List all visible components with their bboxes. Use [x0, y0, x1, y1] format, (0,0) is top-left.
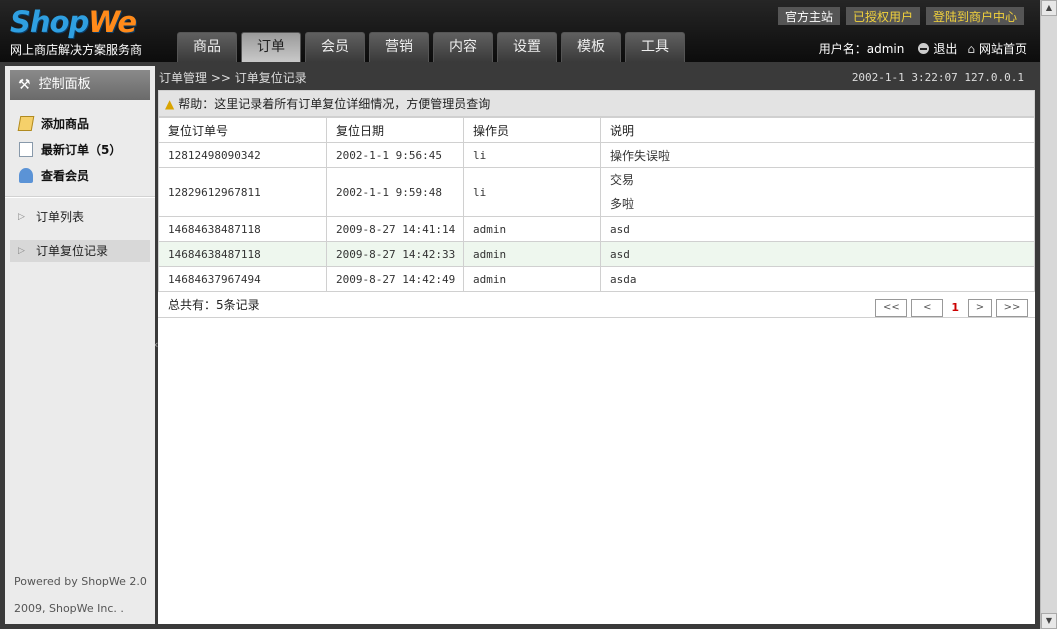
user-bar: 用户名：admin 退出 ⌂ 网站首页 — [815, 40, 1027, 57]
copyright: 2009, ShopWe Inc. . — [14, 602, 124, 615]
pagination-bar: 总共有：5条记录 << < 1 > >> — [158, 292, 1035, 318]
date-cell: 2002-1-1 9:59:48 — [326, 167, 464, 217]
operator-cell: li — [463, 142, 601, 168]
site-home-link[interactable]: 网站首页 — [979, 40, 1027, 57]
quick-links: 添加商品 最新订单（5） 查看会员 — [5, 110, 155, 188]
operator-cell: admin — [463, 241, 601, 267]
shopwe-logo[interactable]: ShopWe — [10, 5, 137, 39]
logout-icon[interactable] — [918, 43, 930, 54]
tab-content[interactable]: 内容 — [433, 32, 493, 62]
scroll-down-icon[interactable]: ▼ — [1041, 613, 1057, 629]
column-header: 复位订单号 — [158, 117, 327, 143]
logo-text-we: We — [88, 5, 137, 39]
operator-cell: li — [463, 167, 601, 217]
tab-orders[interactable]: 订单 — [241, 32, 301, 62]
sidebar-item-order-reset-log[interactable]: 订单复位记录 — [10, 240, 150, 262]
last-page-button[interactable]: >> — [996, 299, 1028, 317]
logo-text-shop: Shop — [10, 5, 89, 39]
tab-settings[interactable]: 设置 — [497, 32, 557, 62]
control-panel-header[interactable]: ⚒ 控制面板 — [10, 70, 150, 100]
table-row[interactable]: 14684638487118 2009-8-27 14:42:33 admin … — [158, 241, 1035, 267]
logout-link[interactable]: 退出 — [933, 40, 957, 57]
main-content: 订单管理 >> 订单复位记录 2002-1-1 3:22:07 127.0.0.… — [158, 66, 1035, 624]
warning-icon: ▲ — [165, 97, 175, 111]
main-nav: 商品 订单 会员 营销 内容 设置 模板 工具 — [177, 32, 689, 62]
tab-templates[interactable]: 模板 — [561, 32, 621, 62]
order-number-cell: 14684638487118 — [158, 216, 327, 242]
date-cell: 2009-8-27 14:42:33 — [326, 241, 464, 267]
total-count: 总共有：5条记录 — [168, 298, 260, 312]
username-label: 用户名：admin — [818, 42, 905, 56]
description-cell: asd — [600, 241, 1035, 267]
tab-marketing[interactable]: 营销 — [369, 32, 429, 62]
column-header: 复位日期 — [326, 117, 464, 143]
official-site-link[interactable]: 官方主站 — [777, 7, 840, 25]
current-page: 1 — [951, 301, 959, 314]
tab-products[interactable]: 商品 — [177, 32, 237, 62]
table-row[interactable]: 14684638487118 2009-8-27 14:41:14 admin … — [158, 216, 1035, 242]
powered-by: Powered by ShopWe 2.0 — [14, 575, 147, 588]
date-cell: 2009-8-27 14:41:14 — [326, 216, 464, 242]
pencil-icon — [17, 115, 35, 131]
authorized-users-link[interactable]: 已授权用户 — [845, 7, 920, 25]
home-icon[interactable]: ⌂ — [967, 42, 975, 56]
prev-page-button[interactable]: < — [911, 299, 944, 317]
user-icon — [19, 167, 33, 183]
table-row[interactable]: 12829612967811 2002-1-1 9:59:48 li 交易 多啦 — [158, 167, 1035, 217]
description-line: 多啦 — [610, 197, 635, 211]
date-cell: 2002-1-1 9:56:45 — [326, 142, 464, 168]
quick-view-members-label: 查看会员 — [41, 168, 90, 183]
merchant-center-link[interactable]: 登陆到商户中心 — [925, 7, 1024, 25]
table-header-row: 复位订单号 复位日期 操作员 说明 — [158, 117, 1035, 143]
quick-add-product-label: 添加商品 — [41, 116, 90, 131]
order-number-cell: 14684638487118 — [158, 241, 327, 267]
description-cell: asd — [600, 216, 1035, 242]
date-cell: 2009-8-27 14:42:49 — [326, 266, 464, 292]
table-row[interactable]: 14684637967494 2009-8-27 14:42:49 admin … — [158, 266, 1035, 292]
scroll-up-icon[interactable]: ▲ — [1041, 0, 1057, 16]
header: ShopWe 网上商店解决方案服务商 商品 订单 会员 营销 内容 设置 模板 … — [0, 0, 1040, 62]
help-text: 帮助：这里记录着所有订单复位详细情况，方便管理员查询 — [178, 97, 491, 111]
breadcrumb: 订单管理 >> 订单复位记录 — [159, 71, 307, 85]
divider — [5, 196, 155, 198]
next-page-button[interactable]: > — [968, 299, 992, 317]
help-bar: ▲ 帮助：这里记录着所有订单复位详细情况，方便管理员查询 — [158, 90, 1035, 117]
table-row[interactable]: 12812498090342 2002-1-1 9:56:45 li 操作失误啦 — [158, 142, 1035, 168]
breadcrumb-bar: 订单管理 >> 订单复位记录 2002-1-1 3:22:07 127.0.0.… — [158, 66, 1035, 90]
sidebar-item-order-list[interactable]: 订单列表 — [10, 206, 150, 228]
vertical-scrollbar[interactable]: ▲ ▼ — [1040, 0, 1057, 629]
first-page-button[interactable]: << — [875, 299, 908, 317]
tab-members[interactable]: 会员 — [305, 32, 365, 62]
control-panel-title: 控制面板 — [38, 77, 91, 92]
column-header: 操作员 — [463, 117, 601, 143]
sidebar-menu: 订单列表 订单复位记录 — [5, 206, 155, 262]
description-cell: 交易 多啦 — [600, 167, 1035, 217]
reset-log-table: 复位订单号 复位日期 操作员 说明 12812498090342 2002-1-… — [158, 117, 1035, 292]
tools-icon: ⚒ — [18, 77, 31, 93]
column-header: 说明 — [600, 117, 1035, 143]
quick-new-orders-label: 最新订单（5） — [41, 142, 122, 157]
order-number-cell: 12829612967811 — [158, 167, 327, 217]
slogan: 网上商店解决方案服务商 — [10, 43, 143, 57]
quick-add-product[interactable]: 添加商品 — [17, 110, 155, 136]
description-cell: asda — [600, 266, 1035, 292]
operator-cell: admin — [463, 266, 601, 292]
order-number-cell: 14684637967494 — [158, 266, 327, 292]
quick-view-members[interactable]: 查看会员 — [19, 162, 155, 188]
sidebar: ⚒ 控制面板 添加商品 最新订单（5） 查看会员 订单列表 订单复位记录 Pow… — [5, 66, 155, 624]
description-cell: 操作失误啦 — [600, 142, 1035, 168]
tab-tools[interactable]: 工具 — [625, 32, 685, 62]
document-icon — [19, 141, 33, 157]
quick-new-orders[interactable]: 最新订单（5） — [19, 136, 155, 162]
description-line: 交易 — [610, 173, 635, 187]
top-links: 官方主站 已授权用户 登陆到商户中心 — [772, 7, 1024, 25]
operator-cell: admin — [463, 216, 601, 242]
login-info: 2002-1-1 3:22:07 127.0.0.1 — [851, 71, 1024, 84]
pagination: << < 1 > >> — [871, 295, 1028, 321]
order-number-cell: 12812498090342 — [158, 142, 327, 168]
